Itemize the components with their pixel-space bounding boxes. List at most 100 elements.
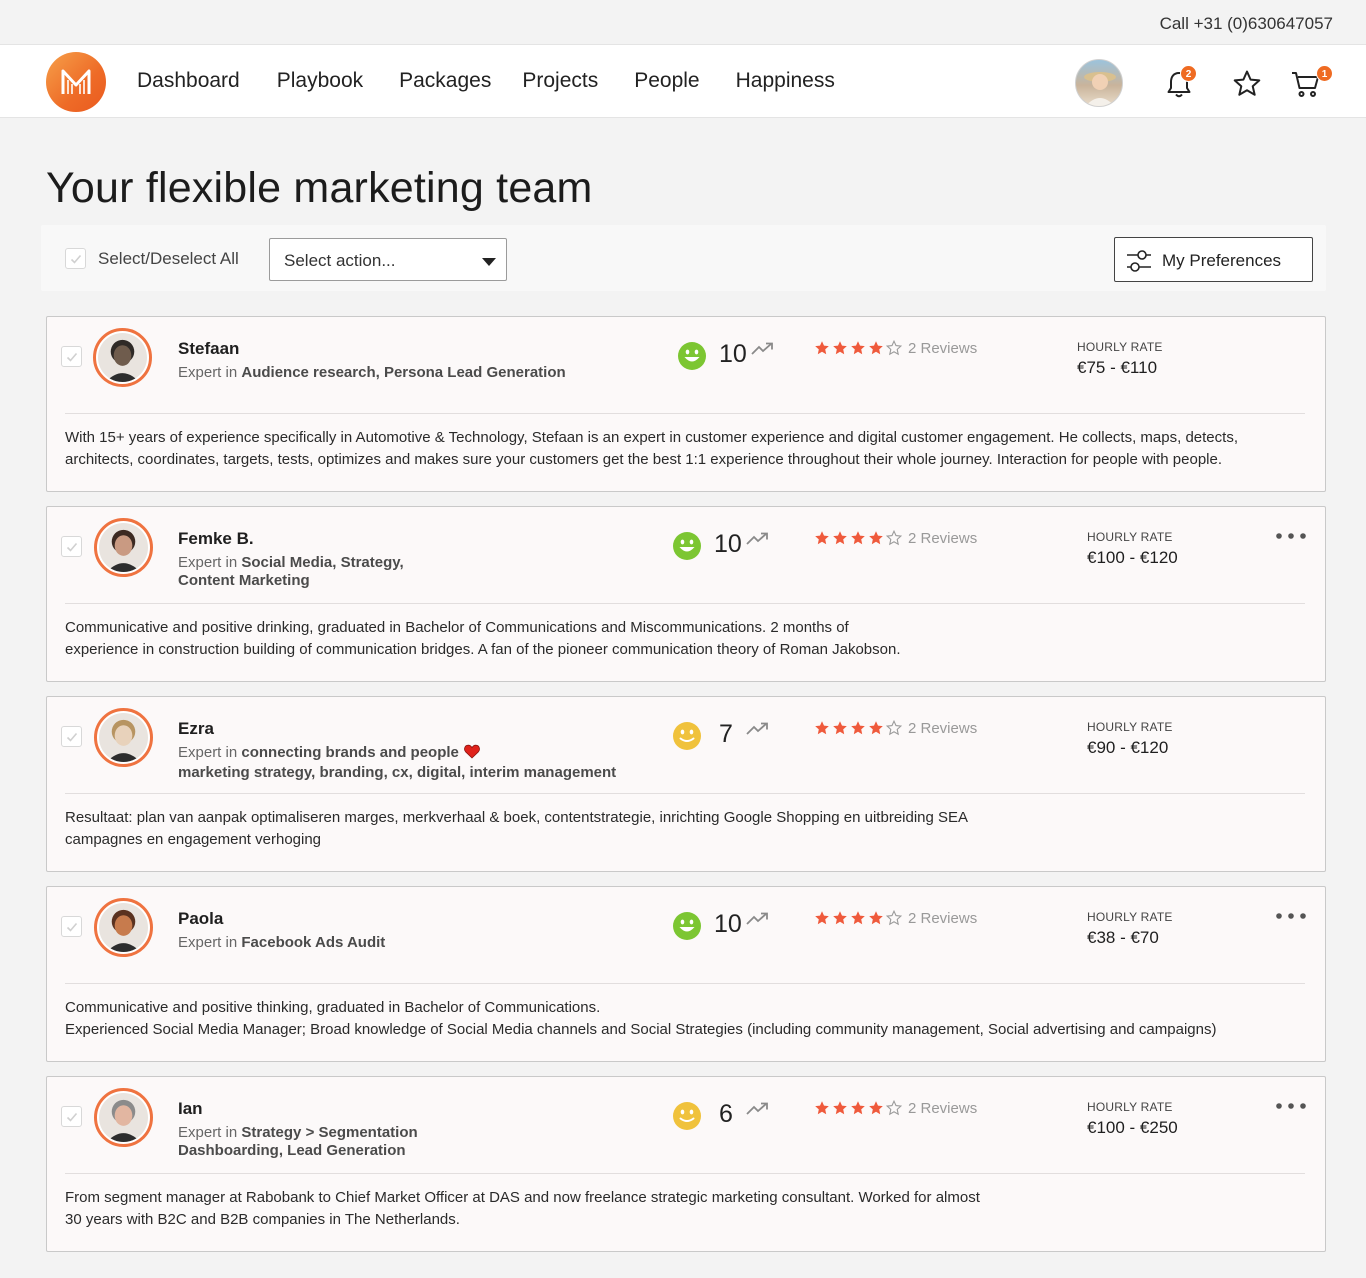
- star-filled-icon: [850, 340, 866, 356]
- star-empty-icon: [885, 339, 903, 356]
- happy-face-icon: [677, 341, 707, 376]
- person-name[interactable]: Ezra: [178, 719, 214, 739]
- person-select-checkbox[interactable]: [61, 536, 82, 557]
- brand-logo[interactable]: [46, 52, 106, 112]
- person-description: Communicative and positive thinking, gra…: [65, 997, 1305, 1041]
- person-select-checkbox[interactable]: [61, 916, 82, 937]
- expertise-tags: Strategy > Segmentation: [241, 1124, 418, 1141]
- expertise-tags: marketing strategy, branding, cx, digita…: [178, 764, 617, 781]
- cart-button[interactable]: 1: [1290, 65, 1333, 104]
- person-name[interactable]: Paola: [178, 909, 223, 929]
- happy-face-icon: [672, 531, 702, 566]
- person-name[interactable]: Ian: [178, 1099, 203, 1119]
- reviews-link[interactable]: 2 Reviews: [908, 910, 977, 927]
- person-expertise: Expert in Strategy > Segmentation Dashboa…: [178, 1124, 418, 1160]
- expert-in-label: Expert in: [178, 744, 238, 761]
- person-card[interactable]: Ian Expert in Strategy > Segmentation Dash…: [46, 1076, 1326, 1252]
- hourly-rate-value: €75 - €110: [1077, 358, 1158, 377]
- logo-m-icon: [61, 69, 91, 94]
- user-avatar[interactable]: [1075, 59, 1123, 107]
- more-options-icon[interactable]: [1275, 527, 1307, 545]
- star-filled-icon: [868, 720, 884, 736]
- person-description: With 15+ years of experience specificall…: [65, 427, 1305, 471]
- person-card[interactable]: Ezra Expert in connecting brands and peop…: [46, 696, 1326, 872]
- hourly-rate-label: HOURLY RATE: [1087, 910, 1173, 924]
- happiness-score: 10: [719, 340, 747, 368]
- my-preferences-button[interactable]: My Preferences: [1114, 237, 1313, 282]
- rating-stars: [814, 909, 904, 926]
- call-phone-link[interactable]: Call +31 (0)630647057: [1160, 14, 1333, 34]
- select-all-checkbox[interactable]: [65, 248, 86, 269]
- star-filled-icon: [868, 530, 884, 546]
- person-photo: [99, 713, 148, 764]
- check-icon: [70, 254, 82, 264]
- top-strip: Call +31 (0)630647057: [0, 0, 1366, 44]
- expert-in-label: Expert in: [178, 554, 238, 571]
- expertise-tags: connecting brands and people: [241, 744, 459, 761]
- star-filled-icon: [814, 530, 830, 546]
- nav-dashboard[interactable]: Dashboard: [137, 69, 240, 93]
- reviews-link[interactable]: 2 Reviews: [908, 720, 977, 737]
- neutral-face-icon: [672, 1101, 702, 1136]
- select-all-label[interactable]: Select/Deselect All: [98, 249, 239, 269]
- page-title: Your flexible marketing team: [46, 164, 593, 212]
- star-filled-icon: [832, 720, 848, 736]
- person-photo: [99, 523, 148, 574]
- star-filled-icon: [868, 340, 884, 356]
- person-select-checkbox[interactable]: [61, 726, 82, 747]
- check-icon: [66, 542, 78, 552]
- person-avatar[interactable]: [94, 898, 153, 957]
- chevron-down-icon: [482, 258, 496, 266]
- person-select-checkbox[interactable]: [61, 346, 82, 367]
- nav-people[interactable]: People: [634, 69, 699, 93]
- happiness-score: 10: [714, 910, 742, 938]
- expertise-tags: Dashboarding, Lead Generation: [178, 1142, 406, 1159]
- happy-face-icon: [672, 911, 702, 946]
- happiness-score: 7: [719, 720, 733, 748]
- nav-packages[interactable]: Packages: [399, 69, 491, 93]
- star-filled-icon: [868, 1100, 884, 1116]
- nav-playbook[interactable]: Playbook: [277, 69, 363, 93]
- card-divider: [65, 413, 1305, 414]
- expert-in-label: Expert in: [178, 934, 238, 951]
- nav-happiness[interactable]: Happiness: [736, 69, 835, 93]
- favorites-button[interactable]: [1232, 69, 1262, 104]
- reviews-link[interactable]: 2 Reviews: [908, 340, 977, 357]
- card-divider: [65, 793, 1305, 794]
- check-icon: [66, 352, 78, 362]
- star-filled-icon: [850, 910, 866, 926]
- person-description: Communicative and positive drinking, gra…: [65, 617, 915, 661]
- person-expertise: Expert in Facebook Ads Audit: [178, 934, 385, 952]
- bulk-action-select[interactable]: Select action...: [269, 238, 507, 281]
- reviews-link[interactable]: 2 Reviews: [908, 530, 977, 547]
- star-filled-icon: [850, 1100, 866, 1116]
- description-line: Resultaat: plan van aanpak optimaliseren…: [65, 809, 968, 848]
- expert-in-label: Expert in: [178, 364, 238, 381]
- person-card[interactable]: Femke B. Expert in Social Media, Strategy…: [46, 506, 1326, 682]
- person-avatar[interactable]: [94, 1088, 153, 1147]
- nav-projects[interactable]: Projects: [522, 69, 598, 93]
- description-line: Communicative and positive thinking, gra…: [65, 999, 601, 1016]
- person-card[interactable]: Stefaan Expert in Audience research, Pers…: [46, 316, 1326, 492]
- notifications-count-badge: 2: [1180, 65, 1197, 82]
- more-options-icon[interactable]: [1275, 907, 1307, 925]
- cart-count-badge: 1: [1316, 65, 1333, 82]
- person-photo: [98, 333, 147, 384]
- reviews-link[interactable]: 2 Reviews: [908, 1100, 977, 1117]
- person-select-checkbox[interactable]: [61, 1106, 82, 1127]
- hourly-rate-value: €90 - €120: [1087, 738, 1169, 757]
- notifications-button[interactable]: 2: [1164, 65, 1197, 104]
- hourly-rate-value: €100 - €250: [1087, 1118, 1178, 1137]
- card-divider: [65, 983, 1305, 984]
- person-avatar[interactable]: [94, 518, 153, 577]
- person-card[interactable]: Paola Expert in Facebook Ads Audit 10 2 Rev…: [46, 886, 1326, 1062]
- person-description: Resultaat: plan van aanpak optimaliseren…: [65, 807, 985, 851]
- main-navbar: Dashboard Playbook Packages Projects Peo…: [0, 44, 1366, 118]
- star-empty-icon: [885, 909, 903, 926]
- more-options-icon[interactable]: [1275, 1097, 1307, 1115]
- person-name[interactable]: Stefaan: [178, 339, 239, 359]
- person-name[interactable]: Femke B.: [178, 529, 254, 549]
- star-empty-icon: [885, 1099, 903, 1116]
- person-avatar[interactable]: [93, 328, 152, 387]
- person-avatar[interactable]: [94, 708, 153, 767]
